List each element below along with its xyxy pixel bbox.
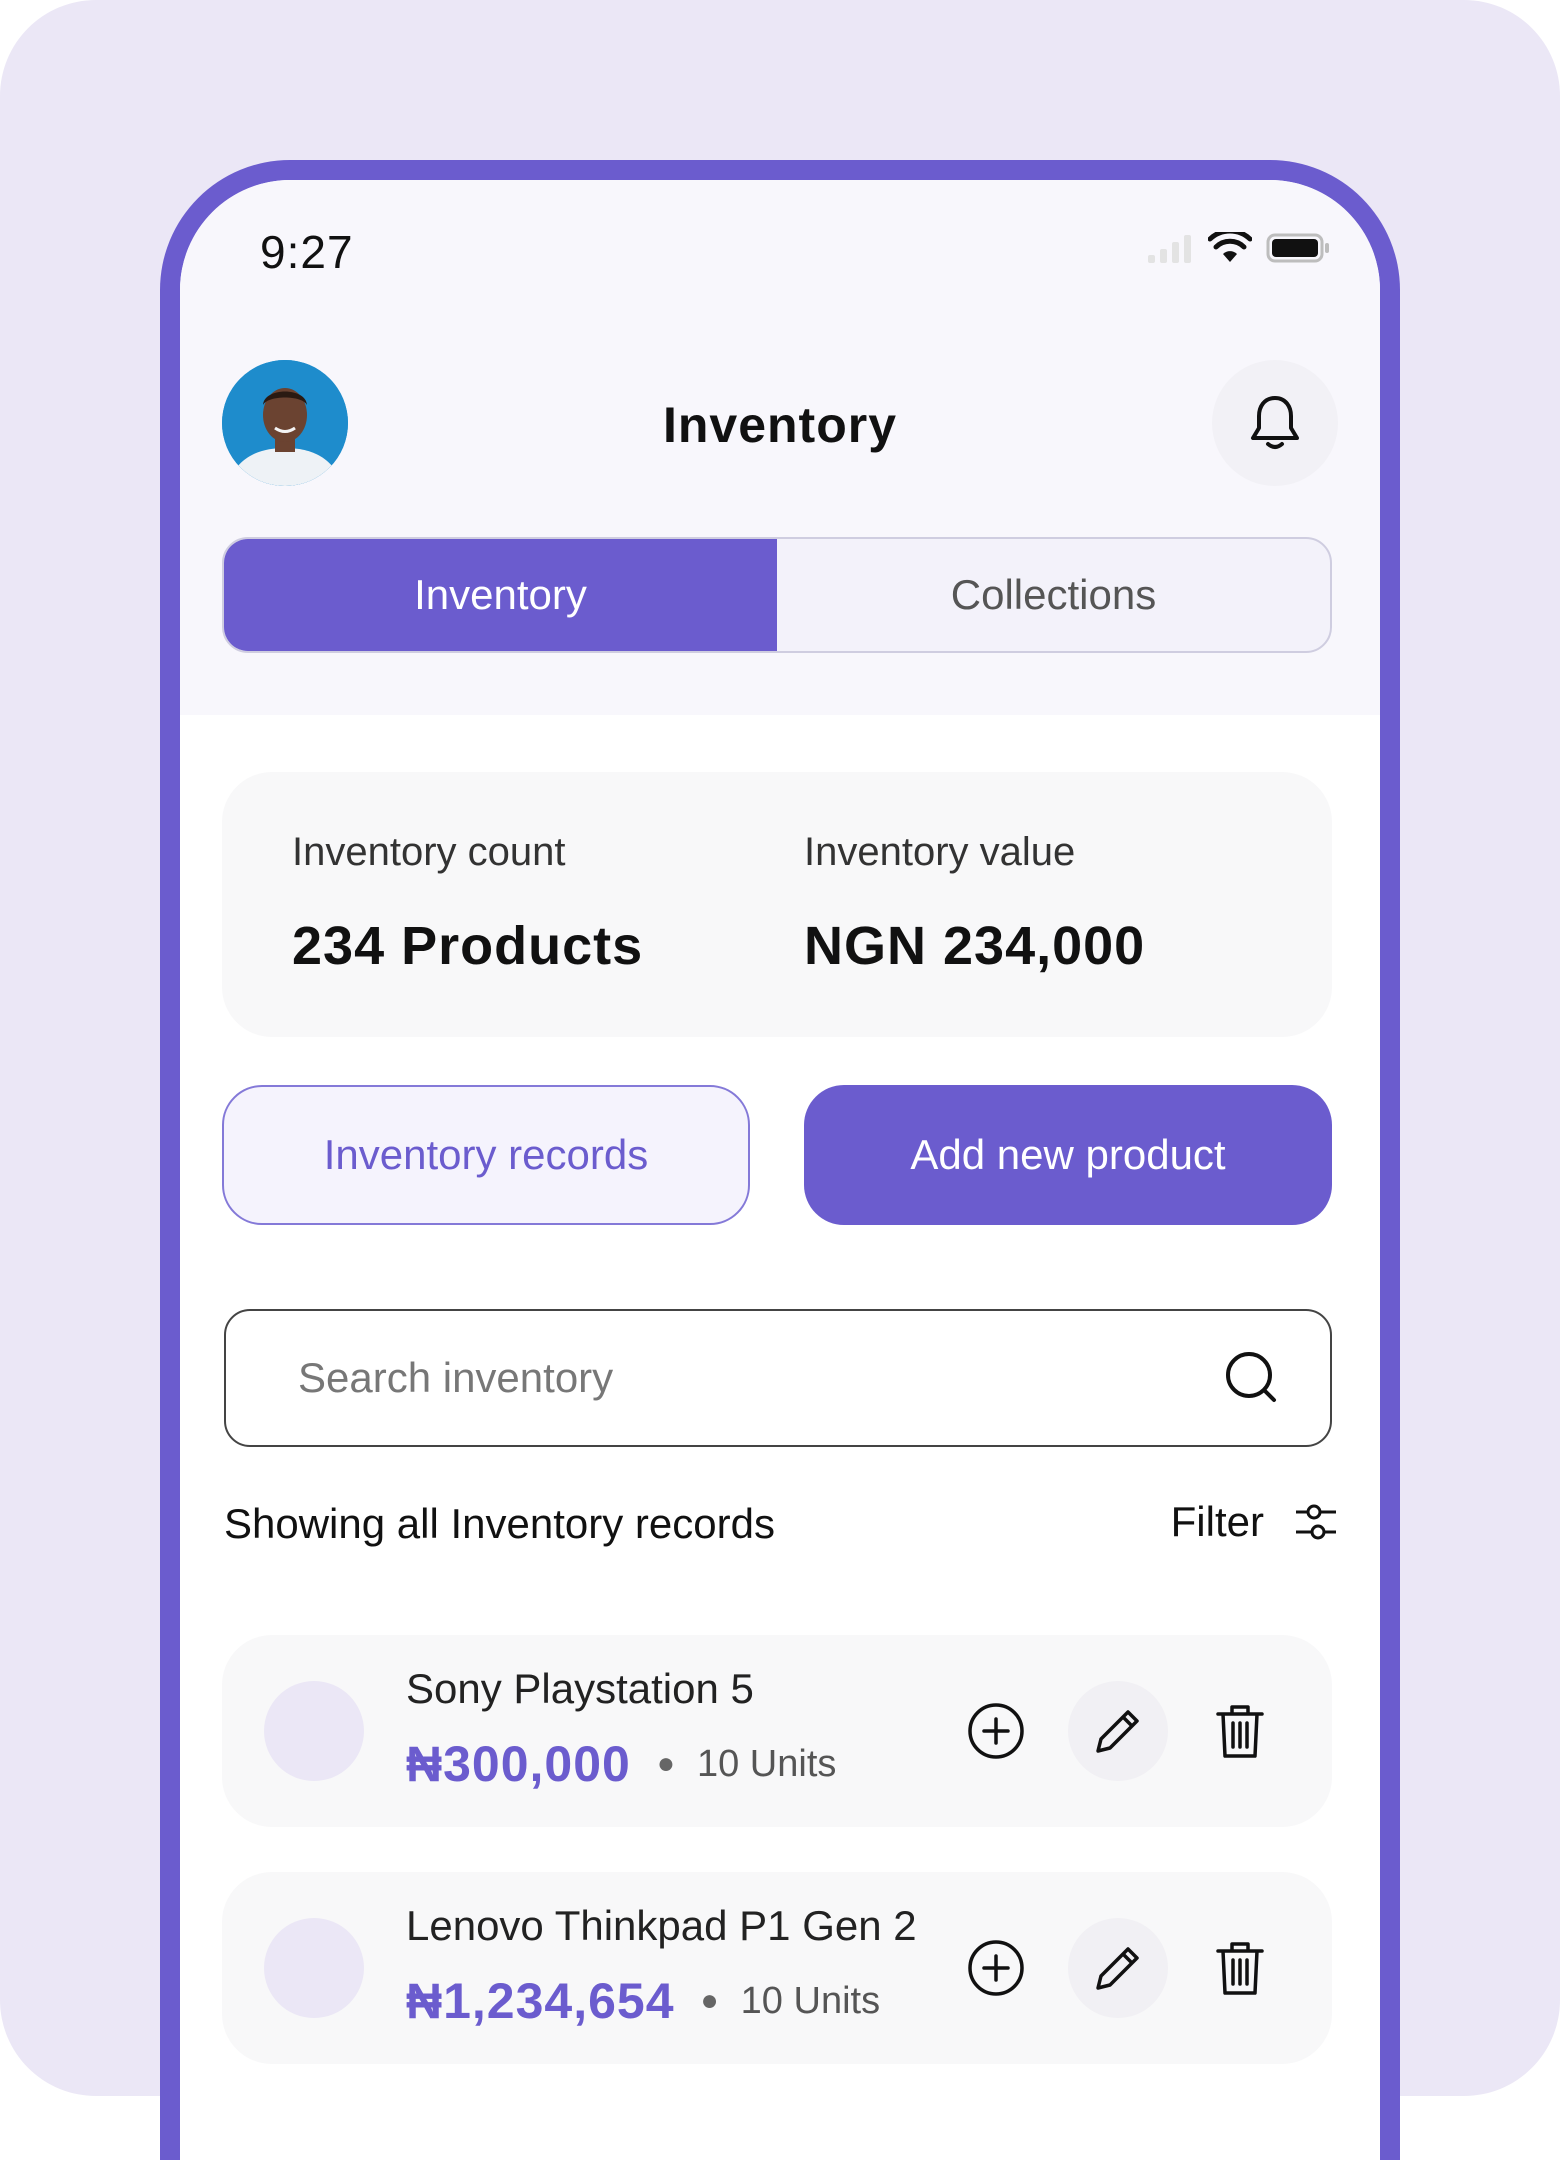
list-caption: Showing all Inventory records: [224, 1500, 775, 1547]
product-meta: ₦300,000 ● 10 Units: [406, 1735, 836, 1793]
product-price: ₦300,000: [406, 1736, 631, 1792]
inventory-count-value: 234 Products: [292, 916, 644, 976]
inventory-count-label: Inventory count: [292, 830, 566, 874]
separator-dot: ●: [656, 1747, 675, 1780]
search-input[interactable]: [296, 1353, 1224, 1403]
add-new-product-button[interactable]: Add new product: [804, 1085, 1332, 1225]
add-stock-button[interactable]: [946, 1681, 1046, 1781]
filter-button[interactable]: Filter: [1171, 1498, 1338, 1546]
delete-button[interactable]: [1190, 1918, 1290, 2018]
edit-button[interactable]: [1068, 1681, 1168, 1781]
pencil-icon: [1096, 1947, 1139, 1990]
segmented-tabs: Inventory Collections: [222, 537, 1332, 653]
plus-circle-icon: [968, 1940, 1024, 1996]
inventory-value-stat: Inventory value NGN 234,000: [804, 830, 1145, 977]
bell-icon: [1251, 396, 1299, 449]
battery-icon: [1266, 233, 1329, 263]
inventory-value-label: Inventory value: [804, 830, 1076, 874]
trash-icon: [1216, 1705, 1264, 1758]
notifications-button[interactable]: [1212, 360, 1338, 486]
wifi-icon: [1208, 232, 1252, 262]
page-title: Inventory: [662, 397, 898, 453]
product-name: Lenovo Thinkpad P1 Gen 2: [406, 1902, 917, 1949]
separator-dot: ●: [700, 1984, 719, 2017]
plus-circle-icon: [968, 1703, 1024, 1759]
edit-button[interactable]: [1068, 1918, 1168, 2018]
tab-collections[interactable]: Collections: [777, 539, 1330, 651]
search-bar: [224, 1309, 1332, 1447]
pencil-icon: [1096, 1710, 1139, 1753]
inventory-records-button[interactable]: Inventory records: [222, 1085, 750, 1225]
product-units: 10 Units: [696, 1742, 837, 1785]
product-actions: [946, 1681, 1290, 1781]
inventory-value-value: NGN 234,000: [804, 916, 1146, 976]
list-item[interactable]: Sony Playstation 5 ₦300,000 ● 10 Units: [222, 1635, 1332, 1827]
status-icons: [1148, 232, 1330, 264]
product-actions: [946, 1918, 1290, 2018]
signal-icon: [1148, 235, 1191, 263]
product-thumbnail: [264, 1681, 364, 1781]
inventory-summary-card: Inventory count 234 Products Inventory v…: [222, 772, 1332, 1037]
product-thumbnail: [264, 1918, 364, 2018]
inventory-count-stat: Inventory count 234 Products: [292, 830, 643, 977]
filter-label: Filter: [1170, 1498, 1264, 1545]
product-meta: ₦1,234,654 ● 10 Units: [406, 1972, 880, 2030]
sliders-icon: [1296, 1504, 1336, 1540]
header-area: 9:27 Inventory Inventory Collections: [180, 180, 1380, 715]
trash-icon: [1216, 1942, 1264, 1995]
add-stock-button[interactable]: [946, 1918, 1046, 2018]
list-item[interactable]: Lenovo Thinkpad P1 Gen 2 ₦1,234,654 ● 10…: [222, 1872, 1332, 2064]
tab-inventory[interactable]: Inventory: [224, 539, 777, 651]
product-price: ₦1,234,654: [406, 1973, 675, 2029]
phone-frame: 9:27 Inventory Inventory Collections Inv…: [160, 160, 1400, 2160]
product-units: 10 Units: [740, 1979, 881, 2022]
delete-button[interactable]: [1190, 1681, 1290, 1781]
product-name: Sony Playstation 5: [406, 1665, 754, 1712]
status-time: 9:27: [260, 226, 354, 278]
app-screen: 9:27 Inventory Inventory Collections Inv…: [180, 180, 1380, 2160]
search-icon[interactable]: [1224, 1350, 1280, 1406]
